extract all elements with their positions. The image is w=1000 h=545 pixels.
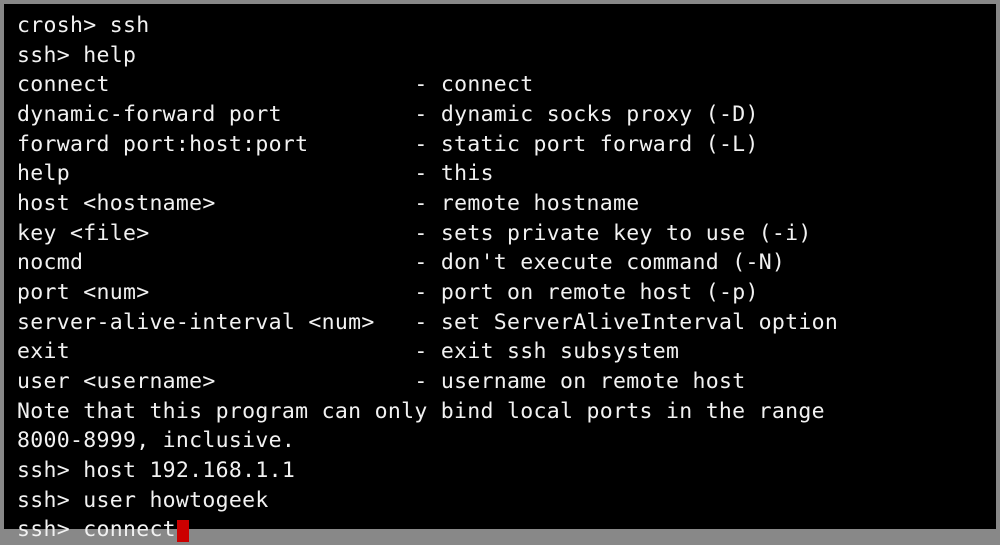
help-spacer: [149, 280, 414, 305]
help-cmd: user <username>: [17, 369, 216, 394]
terminal-line: crosh> ssh: [17, 11, 983, 41]
help-row: key <file> - sets private key to use (-i…: [17, 219, 983, 249]
help-cmd: server-alive-interval <num>: [17, 310, 375, 335]
help-desc: - connect: [414, 72, 533, 97]
help-cmd: port <num>: [17, 280, 149, 305]
help-cmd: exit: [17, 339, 70, 364]
help-row: connect - connect: [17, 70, 983, 100]
terminal-window[interactable]: crosh> ssh ssh> help connect - connect d…: [4, 4, 996, 529]
terminal-current-line[interactable]: ssh> connect: [17, 515, 983, 545]
terminal-line: ssh> help: [17, 41, 983, 71]
help-spacer: [282, 102, 414, 127]
help-desc: - exit ssh subsystem: [414, 339, 679, 364]
help-spacer: [70, 161, 414, 186]
help-row: forward port:host:port - static port for…: [17, 130, 983, 160]
help-cmd: nocmd: [17, 250, 83, 275]
terminal-input-text: ssh> connect: [17, 517, 176, 542]
help-desc: - dynamic socks proxy (-D): [414, 102, 758, 127]
help-cmd: host <hostname>: [17, 191, 216, 216]
help-cmd: dynamic-forward port: [17, 102, 282, 127]
terminal-note: Note that this program can only bind loc…: [17, 397, 983, 427]
help-cmd: key <file>: [17, 221, 149, 246]
terminal-line: ssh> user howtogeek: [17, 486, 983, 516]
help-spacer: [308, 132, 414, 157]
help-row: dynamic-forward port - dynamic socks pro…: [17, 100, 983, 130]
terminal-note: 8000-8999, inclusive.: [17, 426, 983, 456]
terminal-line: ssh> host 192.168.1.1: [17, 456, 983, 486]
help-row: server-alive-interval <num> - set Server…: [17, 308, 983, 338]
help-row: exit - exit ssh subsystem: [17, 337, 983, 367]
help-spacer: [83, 250, 414, 275]
help-spacer: [70, 339, 414, 364]
cursor: [177, 520, 189, 542]
help-row: nocmd - don't execute command (-N): [17, 248, 983, 278]
help-desc: - set ServerAliveInterval option: [414, 310, 838, 335]
help-cmd: forward port:host:port: [17, 132, 308, 157]
help-row: host <hostname> - remote hostname: [17, 189, 983, 219]
help-spacer: [216, 191, 415, 216]
help-row: port <num> - port on remote host (-p): [17, 278, 983, 308]
help-desc: - this: [414, 161, 493, 186]
help-desc: - username on remote host: [414, 369, 745, 394]
help-spacer: [216, 369, 415, 394]
help-row: help - this: [17, 159, 983, 189]
help-spacer: [149, 221, 414, 246]
help-cmd: help: [17, 161, 70, 186]
help-row: user <username> - username on remote hos…: [17, 367, 983, 397]
help-desc: - port on remote host (-p): [414, 280, 758, 305]
help-desc: - sets private key to use (-i): [414, 221, 811, 246]
help-spacer: [375, 310, 415, 335]
help-spacer: [110, 72, 415, 97]
help-desc: - don't execute command (-N): [414, 250, 785, 275]
help-desc: - remote hostname: [414, 191, 639, 216]
help-cmd: connect: [17, 72, 110, 97]
help-desc: - static port forward (-L): [414, 132, 758, 157]
